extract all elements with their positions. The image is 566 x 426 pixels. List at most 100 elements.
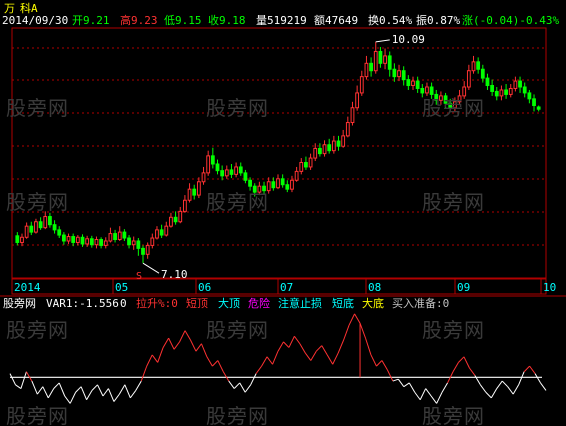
candle-body [24, 225, 29, 238]
candle-body [276, 178, 280, 189]
indicator-line-segment [261, 356, 268, 367]
candle-body [341, 135, 346, 147]
indicator-line-segment [359, 323, 366, 339]
candle-body [485, 77, 490, 87]
candle-body [215, 163, 220, 172]
indicator-line-segment [501, 380, 509, 388]
candle-body [80, 236, 85, 245]
indicator-line-segment [113, 393, 120, 402]
candle-body [271, 181, 276, 189]
quote-volume: 量519219 [256, 14, 307, 27]
quote-low: 低9.15 [164, 14, 202, 27]
indicator-line-segment [425, 388, 432, 397]
indicator-line-segment [31, 380, 38, 395]
indicator-line-segment [365, 337, 372, 356]
candle-body [378, 50, 383, 64]
watermark: 股旁网 [6, 404, 69, 426]
high-pointer [375, 39, 390, 43]
indicator-line-segment [212, 360, 219, 367]
indicator-line-segment [58, 382, 66, 397]
candle-body [29, 225, 34, 233]
indicator-line-segment [97, 384, 104, 397]
candle-body [522, 86, 527, 94]
indicator-line-segment [206, 356, 213, 367]
indicator-line-segment [9, 373, 16, 386]
watermark: 股旁网 [422, 404, 485, 426]
indicator-line-segment [184, 330, 191, 341]
quote-open: 开9.21 [72, 14, 110, 27]
indicator-line-segment [479, 384, 487, 393]
indicator-line-segment [129, 390, 137, 399]
indicator-line-segment [239, 382, 246, 393]
candle-body [350, 107, 355, 124]
indicator-var1-value: 0 [120, 297, 127, 310]
candle-body [504, 89, 508, 95]
candle-body [141, 247, 145, 255]
indicator-line-segment [392, 378, 399, 382]
indicator-line-segment [512, 384, 520, 395]
indicator-danger: 危险 [248, 297, 270, 310]
candle-body [331, 140, 336, 152]
candle-body [117, 231, 122, 241]
indicator-big-top: 大顶 [218, 297, 240, 310]
candle-body [220, 170, 225, 177]
candle-body [15, 235, 20, 243]
candle-body [466, 70, 471, 88]
candle-body [122, 231, 127, 239]
indicator-line-segment [496, 380, 503, 389]
indicator-stop-loss: 注意止损 [278, 297, 322, 310]
candle-body [173, 216, 178, 223]
x-tick-label: 09 [457, 281, 470, 294]
indicator-line-segment [337, 339, 345, 354]
quote-high: 高9.23 [120, 14, 158, 27]
indicator-line-segment [222, 371, 230, 382]
indicator-line-segment [408, 382, 416, 393]
candle-body [145, 244, 150, 255]
candle-body [294, 170, 299, 181]
candle-body [34, 221, 38, 233]
candle-body [178, 210, 183, 223]
candle-body [476, 61, 481, 70]
candle-body [280, 178, 285, 186]
watermark: 股旁网 [206, 96, 269, 120]
indicator-line-segment [75, 386, 82, 393]
indicator-line-segment [157, 347, 164, 363]
indicator-line-segment [217, 360, 224, 372]
candle-body [150, 237, 155, 246]
high-price-label: 10.09 [392, 33, 425, 46]
candle-body [206, 155, 211, 174]
candle-body [224, 169, 229, 177]
x-tick-label: 10 [543, 281, 556, 294]
candle-body [536, 106, 541, 110]
candle-body [369, 62, 373, 72]
candle-body [508, 87, 513, 95]
indicator-line-segment [69, 392, 77, 404]
indicator-var1: VAR1:-1.556 [46, 297, 119, 310]
indicator-line-segment [272, 351, 279, 365]
indicator-line-segment [277, 341, 284, 352]
indicator-line-segment [190, 339, 197, 352]
candle-body [201, 172, 206, 183]
indicator-line-segment [315, 345, 323, 352]
quote-amplitude: 振0.87% [416, 14, 461, 27]
candle-body [99, 239, 104, 246]
candle-body [229, 169, 234, 175]
watermark: 股旁网 [422, 190, 485, 214]
indicator-line-segment [310, 350, 317, 361]
x-tick-label: 2014 [14, 281, 41, 294]
candle-body [159, 229, 164, 236]
candle-body [290, 179, 294, 190]
candle-body [355, 92, 360, 109]
candle-body [103, 240, 108, 246]
indicator-line-segment [91, 384, 98, 391]
watermark: 股旁网 [422, 96, 485, 120]
low-price-label: 7.10 [161, 268, 188, 281]
indicator-line-segment [485, 391, 492, 399]
candle-body [397, 70, 401, 78]
candle-body [66, 236, 71, 242]
watermark: 股旁网 [6, 190, 69, 214]
indicator-line-segment [348, 313, 356, 326]
indicator-line-segment [266, 356, 273, 365]
candle-body [89, 238, 94, 246]
candle-body [38, 221, 43, 229]
